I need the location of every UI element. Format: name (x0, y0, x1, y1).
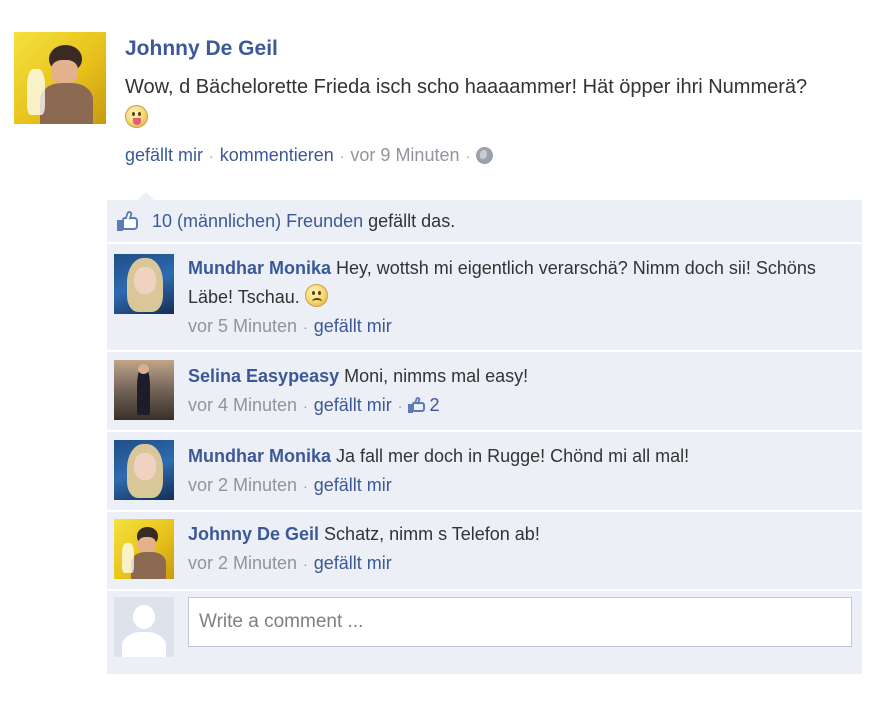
comment-item: Johnny De Geil Schatz, nimm s Telefon ab… (107, 510, 862, 591)
comment-body: Selina Easypeasy Moni, nimms mal easy! v… (188, 362, 848, 421)
comment-meta: vor 5 Minuten · gefällt mir (188, 316, 392, 336)
like-thumb-icon (117, 210, 139, 231)
likes-row: 10 (männlichen) Freunden gefällt das. (107, 200, 862, 244)
comment-author-name[interactable]: Johnny De Geil (188, 524, 319, 544)
comment-like-count[interactable]: 2 (408, 395, 439, 415)
panel-caret (138, 192, 154, 200)
comment-author-avatar[interactable] (114, 360, 174, 420)
comment-author-name[interactable]: Mundhar Monika (188, 446, 331, 466)
comment-text: Schatz, nimm s Telefon ab! (324, 524, 540, 544)
comment-composer (107, 589, 862, 674)
post-like-link[interactable]: gefällt mir (125, 145, 203, 165)
comment-body: Johnny De Geil Schatz, nimm s Telefon ab… (188, 520, 848, 579)
post-meta: gefällt mir · kommentieren · vor 9 Minuten · (125, 145, 494, 166)
comment-like-link[interactable]: gefällt mir (314, 553, 392, 573)
likes-summary: 10 (männlichen) Freunden gefällt das. (152, 211, 455, 232)
comment-timestamp[interactable]: vor 5 Minuten (188, 316, 297, 336)
comment-author-name[interactable]: Selina Easypeasy (188, 366, 339, 386)
comment-timestamp[interactable]: vor 2 Minuten (188, 553, 297, 573)
comments-panel: 10 (männlichen) Freunden gefällt das. Mu… (107, 200, 862, 674)
post-text-content: Wow, d Bächelorette Frieda isch scho haa… (125, 76, 808, 98)
comment-like-link[interactable]: gefällt mir (314, 475, 392, 495)
comment-meta: vor 2 Minuten · gefällt mir (188, 553, 392, 573)
likes-suffix: gefällt das. (368, 211, 456, 231)
comment-timestamp[interactable]: vor 2 Minuten (188, 475, 297, 495)
post-author-avatar[interactable] (14, 32, 106, 124)
comment-item: Selina Easypeasy Moni, nimms mal easy! v… (107, 350, 862, 432)
comment-author-avatar[interactable] (114, 254, 174, 314)
comment-like-link[interactable]: gefällt mir (314, 316, 392, 336)
post-author-name[interactable]: Johnny De Geil (125, 37, 278, 61)
likes-count-link[interactable]: 10 (männlichen) Freunden (152, 211, 363, 231)
comment-meta: vor 4 Minuten · gefällt mir · 2 (188, 395, 440, 415)
comment-author-name[interactable]: Mundhar Monika (188, 258, 331, 278)
comment-text: Ja fall mer doch in Rugge! Chönd mi all … (336, 446, 690, 466)
comment-author-avatar[interactable] (114, 440, 174, 500)
comment-author-avatar[interactable] (114, 519, 174, 579)
post-timestamp[interactable]: vor 9 Minuten (350, 145, 459, 165)
sad-emoji-icon (304, 284, 328, 307)
comment-body: Mundhar Monika Ja fall mer doch in Rugge… (188, 442, 848, 501)
post-comment-link[interactable]: kommentieren (220, 145, 334, 165)
tongue-out-emoji-icon (125, 105, 148, 128)
comment-body: Mundhar Monika Hey, wottsh mi eigentlich… (188, 254, 848, 342)
default-user-avatar-icon (114, 597, 174, 657)
comment-text: Moni, nimms mal easy! (344, 366, 529, 386)
comment-item: Mundhar Monika Hey, wottsh mi eigentlich… (107, 242, 862, 352)
comment-meta: vor 2 Minuten · gefällt mir (188, 475, 392, 495)
comment-like-link[interactable]: gefällt mir (314, 395, 392, 415)
like-thumb-icon (408, 396, 426, 413)
globe-icon[interactable] (476, 147, 494, 164)
post-text: Wow, d Bächelorette Frieda isch scho haa… (125, 72, 815, 134)
comment-item: Mundhar Monika Ja fall mer doch in Rugge… (107, 430, 862, 512)
comment-input[interactable] (188, 597, 852, 647)
comment-timestamp[interactable]: vor 4 Minuten (188, 395, 297, 415)
comment-like-count-value: 2 (429, 395, 440, 415)
